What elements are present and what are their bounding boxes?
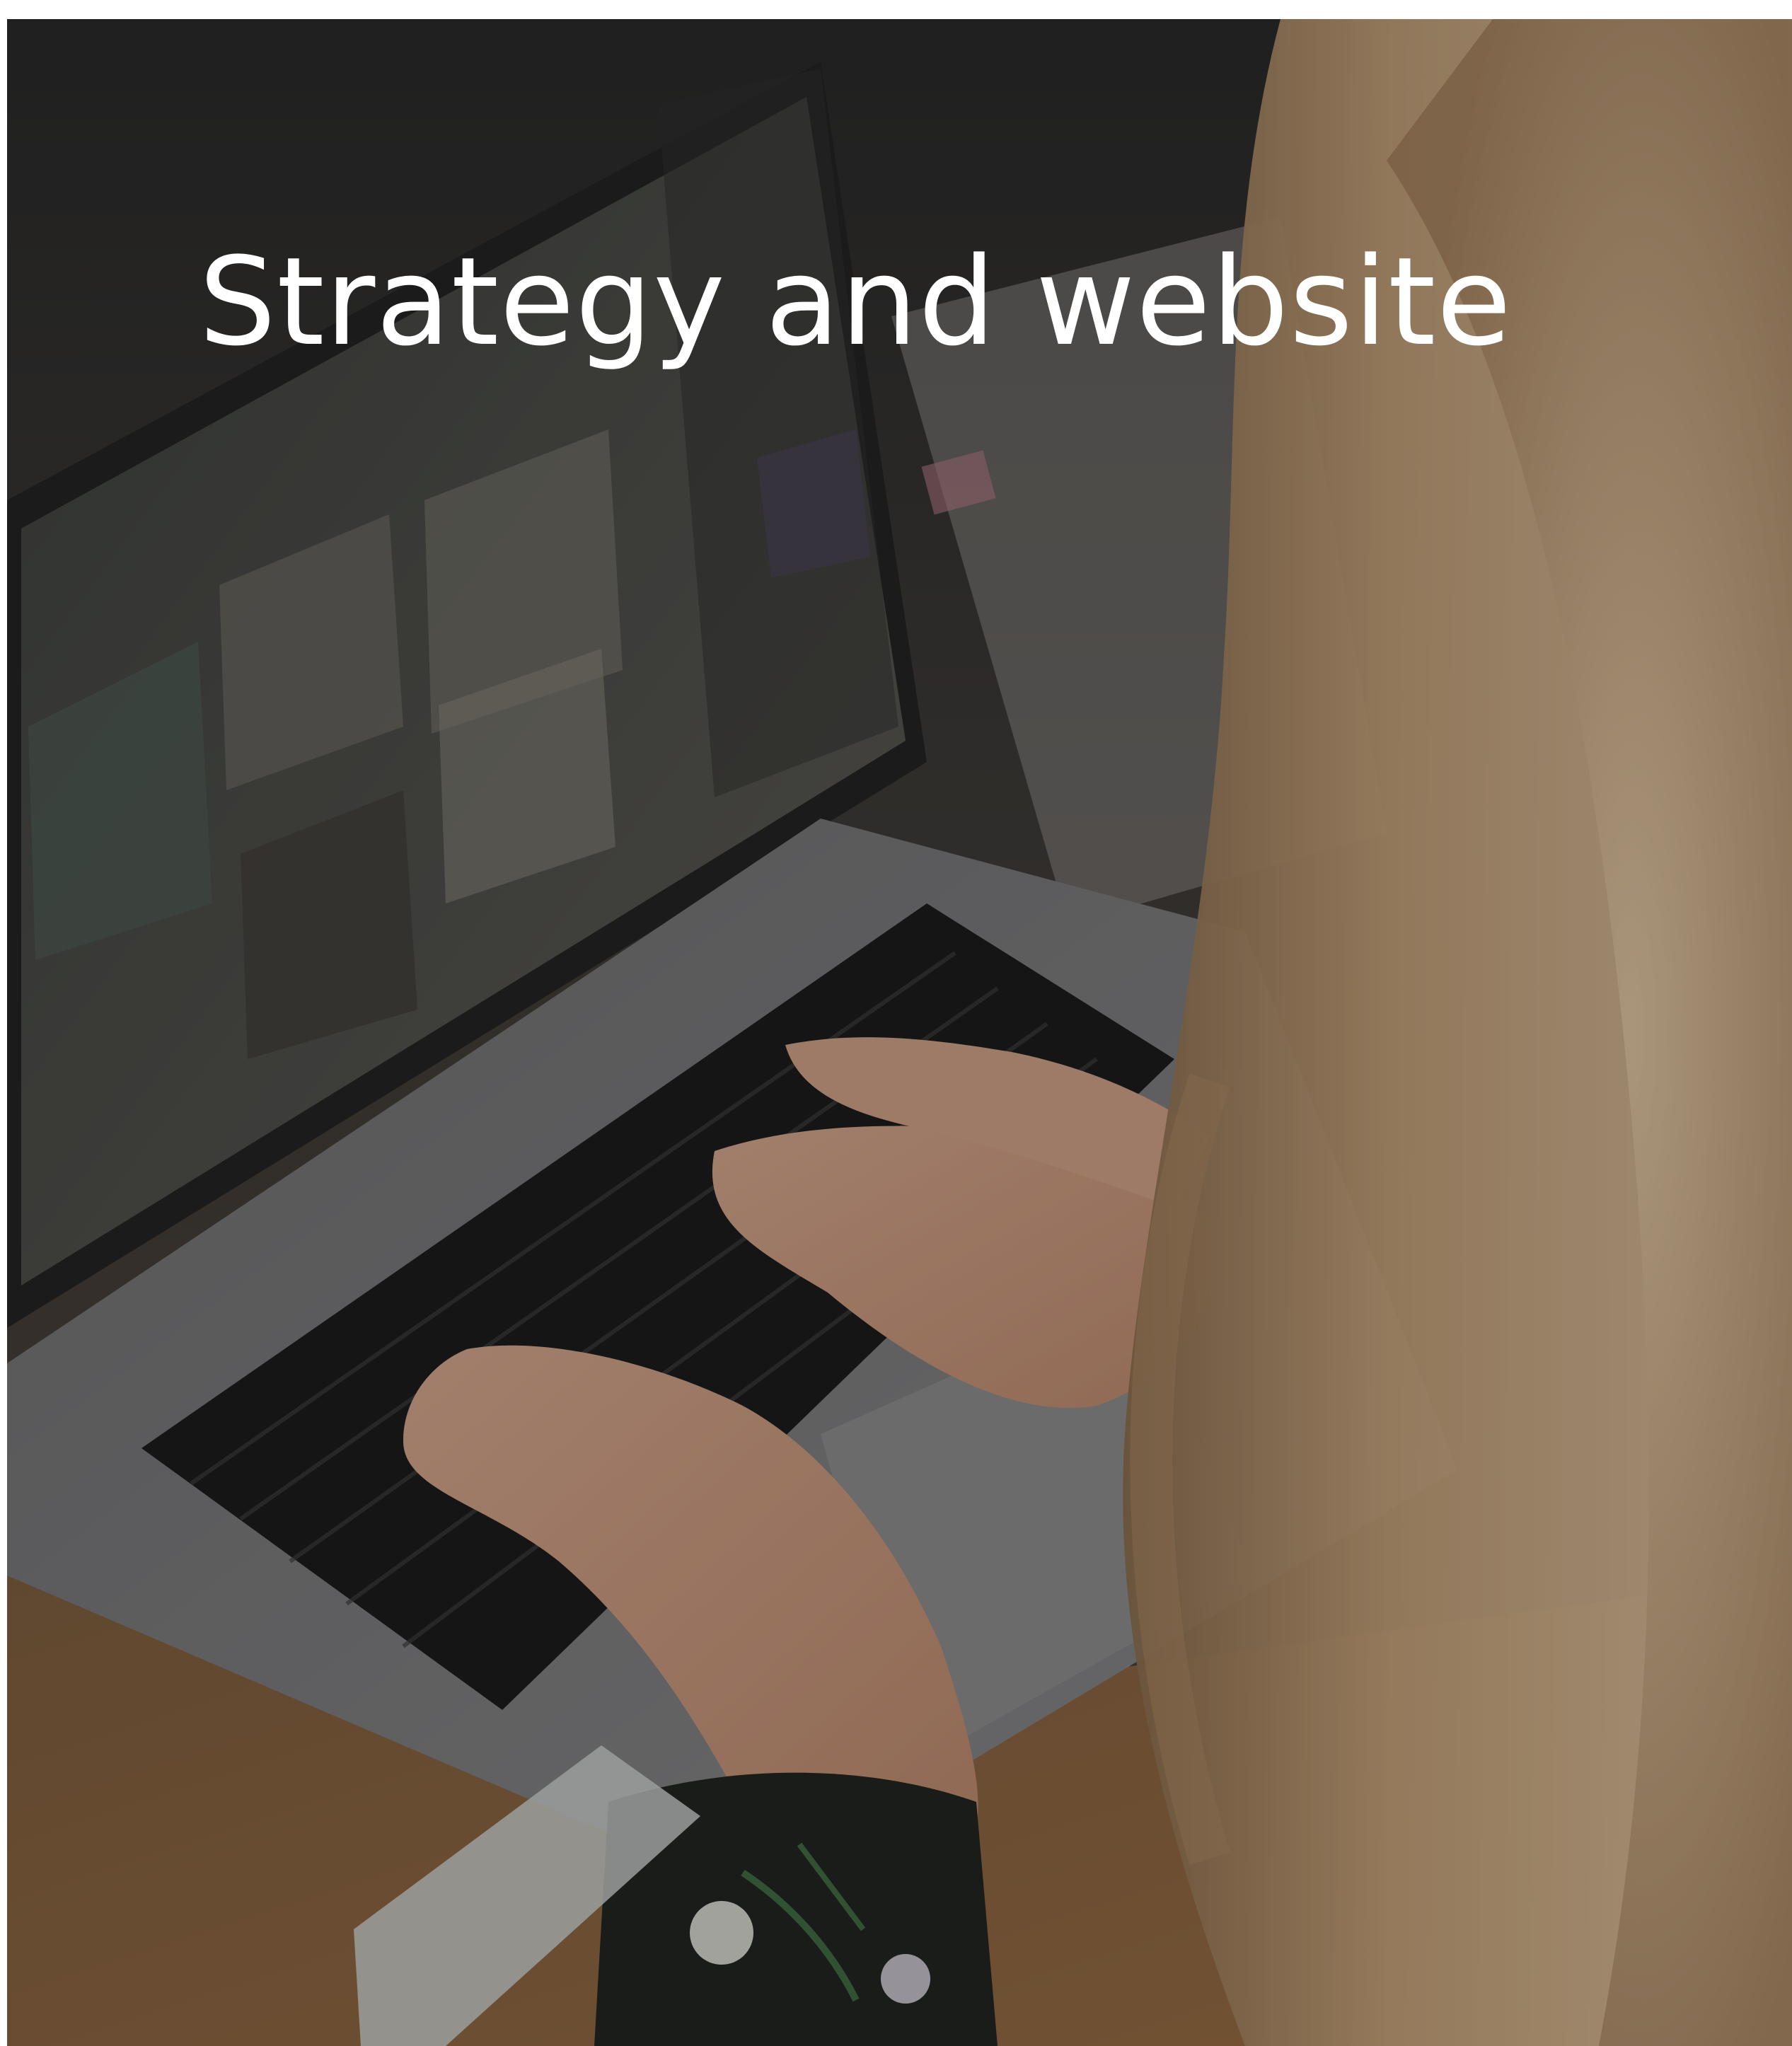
service-card[interactable]: Strategy and website <box>7 19 1792 2046</box>
card-title[interactable]: Strategy and website <box>199 235 1512 369</box>
